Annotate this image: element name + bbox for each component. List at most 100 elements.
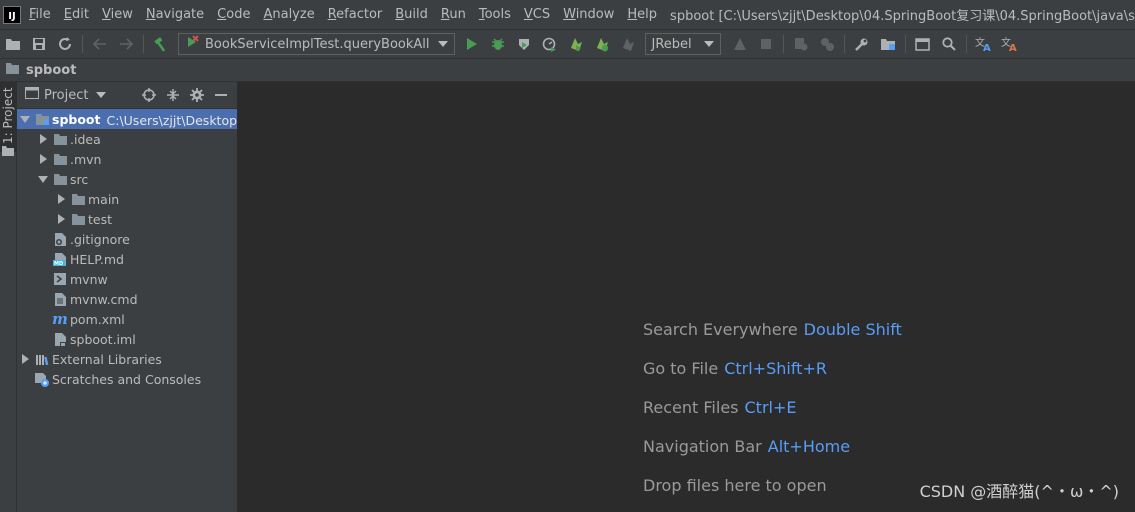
tree-node-label: External Libraries [52, 351, 162, 367]
stop-icon[interactable] [753, 32, 779, 56]
tree-node-label: spboot.iml [70, 331, 136, 347]
scratches-icon [34, 371, 50, 387]
tree-node-label: Scratches and Consoles [52, 371, 202, 387]
project-tool-label: 1: Project [1, 87, 15, 144]
menu-file[interactable]: File [29, 7, 51, 22]
collapse-all-icon[interactable] [161, 85, 185, 105]
toolbar-divider [782, 35, 784, 53]
main-toolbar: BookServiceImplTest.queryBookAll JRebel [0, 29, 1135, 58]
hint-recent-files: Recent Files Ctrl+E [643, 398, 796, 417]
locate-target-icon[interactable] [137, 85, 161, 105]
tree-node-pom-xml[interactable]: m pom.xml [17, 309, 237, 329]
attach-profiler-icon[interactable] [788, 32, 814, 56]
menu-build[interactable]: Build [395, 7, 428, 22]
remote-debug-icon[interactable] [814, 32, 840, 56]
translate-replace-icon[interactable]: 文A [997, 32, 1023, 56]
menu-view[interactable]: View [102, 7, 133, 22]
project-panel: Project spboot C:\Users\zjjt\Desktop .id… [17, 82, 238, 512]
open-folder-icon[interactable] [0, 32, 26, 56]
menu-code[interactable]: Code [217, 7, 250, 22]
menu-window[interactable]: Window [563, 7, 614, 22]
tree-node-scratches[interactable]: Scratches and Consoles [17, 369, 237, 389]
collapsed-arrow-icon[interactable] [37, 129, 49, 149]
breadcrumb-project[interactable]: spboot [26, 63, 76, 78]
folder-icon [70, 211, 86, 227]
menu-vcs[interactable]: VCS [524, 7, 550, 22]
profiler-icon[interactable] [537, 32, 563, 56]
tree-node-spboot[interactable]: spboot C:\Users\zjjt\Desktop\04.SpringBo… [17, 109, 237, 129]
test-config-icon [185, 35, 199, 53]
tree-node-mvnw[interactable]: mvnw [17, 269, 237, 289]
coverage-icon[interactable] [511, 32, 537, 56]
folder-icon [5, 62, 20, 78]
translate-icon[interactable]: 文A [971, 32, 997, 56]
presentation-icon[interactable] [910, 32, 936, 56]
tree-node-label: .mvn [70, 151, 102, 167]
collapsed-arrow-icon[interactable] [19, 349, 31, 369]
chevron-down-icon [703, 41, 714, 47]
jrebel-select[interactable]: JRebel [644, 33, 721, 55]
project-tool-tab[interactable]: 1: Project [0, 82, 17, 152]
debug-bug-icon[interactable] [485, 32, 511, 56]
hint-shortcut: Alt+Home [767, 437, 851, 456]
menu-tools[interactable]: Tools [479, 7, 511, 22]
svg-text:MD: MD [54, 261, 63, 267]
sync-icon[interactable] [52, 32, 78, 56]
forward-arrow-icon[interactable] [113, 32, 139, 56]
collapsed-arrow-icon[interactable] [37, 149, 49, 169]
tree-node-label: main [88, 191, 120, 207]
chevron-down-icon [437, 41, 448, 47]
tree-node-path: C:\Users\zjjt\Desktop\04.SpringBoot复习课 [106, 112, 238, 128]
collapsed-arrow-icon[interactable] [55, 189, 67, 209]
tree-node-spboot-iml[interactable]: spboot.iml [17, 329, 237, 349]
run-configuration-select[interactable]: BookServiceImplTest.queryBookAll [178, 33, 455, 55]
project-view-select[interactable]: Project [17, 87, 107, 103]
text-file-icon [52, 291, 68, 307]
toolbar-divider [965, 35, 967, 53]
project-structure-icon[interactable] [875, 32, 901, 56]
update-app-icon[interactable] [727, 32, 753, 56]
folder-icon [2, 144, 14, 159]
tree-node-src[interactable]: src [17, 169, 237, 189]
build-hammer-icon[interactable] [148, 32, 174, 56]
jrebel-run-icon[interactable] [563, 32, 589, 56]
hint-shortcut: Ctrl+E [744, 398, 797, 417]
tree-node-test[interactable]: test [17, 209, 237, 229]
jrebel-debug-icon[interactable] [589, 32, 615, 56]
expanded-arrow-icon[interactable] [19, 109, 31, 129]
toolbar-divider [904, 35, 906, 53]
project-tree: spboot C:\Users\zjjt\Desktop\04.SpringBo… [17, 109, 237, 389]
menu-navigate[interactable]: Navigate [146, 7, 204, 22]
project-panel-icon [25, 87, 39, 103]
save-icon[interactable] [26, 32, 52, 56]
menu-help[interactable]: Help [627, 7, 657, 22]
back-arrow-icon[interactable] [87, 32, 113, 56]
search-icon[interactable] [936, 32, 962, 56]
project-panel-actions [137, 85, 233, 105]
gear-icon[interactable] [185, 85, 209, 105]
menu-bar: IJ File Edit View Navigate Code Analyze … [0, 0, 1135, 29]
tree-node-idea[interactable]: .idea [17, 129, 237, 149]
collapsed-arrow-icon[interactable] [55, 209, 67, 229]
jrebel-attach-icon[interactable] [615, 32, 641, 56]
tree-node-gitignore[interactable]: .gitignore [17, 229, 237, 249]
menu-run[interactable]: Run [441, 7, 466, 22]
menu-edit[interactable]: Edit [64, 7, 89, 22]
tree-node-external-libraries[interactable]: External Libraries [17, 349, 237, 369]
library-icon [34, 351, 50, 367]
tree-node-mvnw-cmd[interactable]: mvnw.cmd [17, 289, 237, 309]
tree-node-mvn[interactable]: .mvn [17, 149, 237, 169]
menu-analyze[interactable]: Analyze [263, 7, 314, 22]
menu-refactor[interactable]: Refactor [328, 7, 383, 22]
settings-wrench-icon[interactable] [849, 32, 875, 56]
hint-label: Recent Files [643, 398, 739, 417]
tree-node-help-md[interactable]: MD HELP.md [17, 249, 237, 269]
run-icon[interactable] [459, 32, 485, 56]
svg-text:m: m [52, 312, 68, 326]
svg-text:A: A [1009, 43, 1017, 52]
expanded-arrow-icon[interactable] [37, 169, 49, 189]
hide-panel-icon[interactable] [209, 85, 233, 105]
editor-area[interactable]: Search Everywhere Double Shift Go to File… [238, 82, 1135, 512]
folder-icon [70, 191, 86, 207]
tree-node-main[interactable]: main [17, 189, 237, 209]
